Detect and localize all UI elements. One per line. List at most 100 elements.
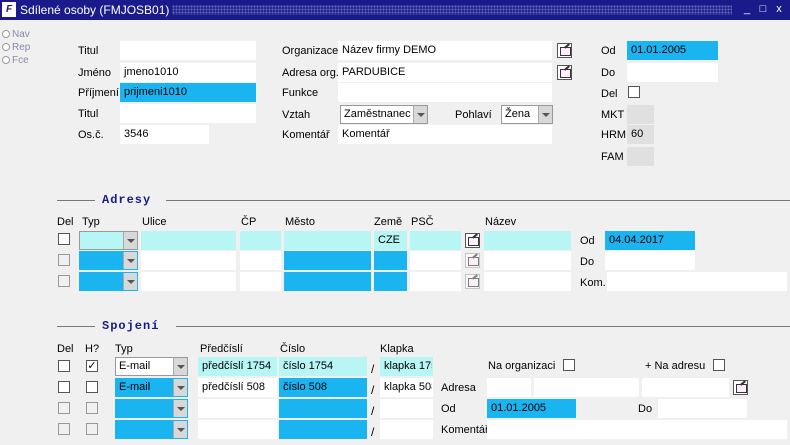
titul-field[interactable]	[120, 41, 256, 60]
edit-organizace-icon[interactable]	[557, 43, 572, 58]
adresy-row-psc-field[interactable]	[410, 272, 461, 291]
edit-adresa-icon[interactable]	[465, 253, 480, 268]
adresy-row-ulice-field[interactable]	[141, 231, 236, 250]
spojeni-row-h-checkbox[interactable]	[86, 423, 98, 435]
spojeni-row-predcisli-field[interactable]	[198, 399, 277, 418]
adresa-org-label: Adresa org.	[282, 67, 339, 79]
adresy-row-zeme-field[interactable]	[374, 272, 407, 291]
chevron-down-icon[interactable]	[173, 358, 187, 375]
spojeni-row-typ-select[interactable]	[115, 420, 188, 439]
adresy-kom-field[interactable]	[607, 272, 787, 291]
radio-nav[interactable]: Nav	[2, 29, 30, 40]
spojeni-row-cislo-field[interactable]	[279, 399, 367, 418]
adresy-do-field[interactable]	[605, 251, 695, 270]
adresy-row-cp-field[interactable]	[240, 231, 281, 250]
adresy-row-nazev-field[interactable]	[484, 231, 571, 250]
adresy-row-mesto-field[interactable]	[284, 231, 371, 250]
chevron-down-icon[interactable]	[123, 232, 137, 249]
spojeni-row-predcisli-field[interactable]: předčíslí 508	[198, 378, 277, 397]
osc-field[interactable]: 3546	[120, 125, 209, 144]
spojeni-row-predcisli-field[interactable]: předčíslí 1754	[198, 357, 277, 376]
organizace-field[interactable]: Název firmy DEMO	[338, 41, 552, 60]
adresy-row-del-checkbox[interactable]	[58, 275, 70, 287]
spojeni-row-klapka-field[interactable]	[380, 420, 433, 439]
od-field[interactable]: 01.01.2005	[627, 41, 718, 60]
chevron-down-icon[interactable]	[413, 106, 427, 123]
adresy-row-typ-select[interactable]	[79, 272, 138, 291]
adresy-row-cp-field[interactable]	[240, 272, 281, 291]
spojeni-row-klapka-field[interactable]: klapka 508	[380, 378, 433, 397]
vztah-select[interactable]: Zaměstnanec	[340, 105, 428, 124]
spojeni-row-del-checkbox[interactable]	[58, 360, 70, 372]
pohlavi-select[interactable]: Žena	[501, 105, 553, 124]
adresy-row-psc-field[interactable]	[410, 251, 461, 270]
na-adresu-checkbox[interactable]	[713, 359, 725, 371]
fam-label: FAM	[601, 151, 624, 163]
adresy-row-cp-field[interactable]	[240, 251, 281, 270]
adresy-row-zeme-field[interactable]: CZE	[374, 231, 407, 250]
chevron-down-icon[interactable]	[538, 106, 552, 123]
spojeni-row-h-checkbox[interactable]	[86, 402, 98, 414]
spojeni-row-typ-select[interactable]: E-mail	[115, 357, 188, 376]
adresy-row-mesto-field[interactable]	[284, 251, 371, 270]
adresy-row-typ-select[interactable]	[79, 251, 138, 270]
spojeni-adresa-field-3[interactable]	[642, 378, 729, 397]
adresy-row-ulice-field[interactable]	[141, 272, 236, 291]
radio-rep[interactable]: Rep	[2, 42, 30, 53]
spojeni-row-typ-select[interactable]	[115, 399, 188, 418]
hrm-label: HRM	[601, 129, 627, 141]
chevron-down-icon[interactable]	[173, 379, 187, 396]
mkt-field[interactable]	[627, 105, 654, 124]
edit-spojeni-adresa-icon[interactable]	[733, 380, 748, 395]
spojeni-row-h-checkbox[interactable]: ✓	[86, 360, 98, 372]
spojeni-row-klapka-field[interactable]: klapka 175	[380, 357, 433, 376]
edit-adresa-icon[interactable]	[465, 233, 480, 248]
spojeni-row-predcisli-field[interactable]	[198, 420, 277, 439]
maximize-button[interactable]: □	[756, 2, 770, 17]
minimize-button[interactable]: _	[740, 2, 754, 17]
komentar-field[interactable]: Komentář	[338, 125, 552, 144]
close-button[interactable]: x	[772, 2, 786, 17]
del-checkbox[interactable]	[628, 86, 640, 98]
spojeni-row-del-checkbox[interactable]	[58, 381, 70, 393]
spojeni-row-cislo-field[interactable]: číslo 508	[279, 378, 367, 397]
spojeni-row-cislo-field[interactable]	[279, 420, 367, 439]
adresy-row-del-checkbox[interactable]	[58, 233, 70, 245]
spojeni-row-h-checkbox[interactable]	[86, 381, 98, 393]
edit-adresa-icon[interactable]	[465, 274, 480, 289]
spojeni-do-field[interactable]	[658, 399, 747, 418]
spojeni-adresa-field-2[interactable]	[534, 378, 639, 397]
spojeni-od-field[interactable]: 01.01.2005	[487, 399, 576, 418]
adresy-row-zeme-field[interactable]	[374, 251, 407, 270]
adresy-row-ulice-field[interactable]	[141, 251, 236, 270]
edit-adresa-org-icon[interactable]	[557, 65, 572, 80]
adresa-org-field[interactable]: PARDUBICE	[338, 63, 552, 82]
adresy-row-nazev-field[interactable]	[484, 272, 571, 291]
hrm-field[interactable]: 60	[627, 125, 654, 144]
chevron-down-icon[interactable]	[123, 273, 137, 290]
spojeni-row-cislo-field[interactable]: číslo 1754	[279, 357, 367, 376]
spojeni-komentar-field[interactable]	[487, 420, 787, 439]
chevron-down-icon[interactable]	[173, 400, 187, 417]
na-organizaci-checkbox[interactable]	[563, 359, 575, 371]
do-field[interactable]	[627, 63, 718, 82]
adresy-row-mesto-field[interactable]	[284, 272, 371, 291]
adresy-row-del-checkbox[interactable]	[58, 254, 70, 266]
spojeni-row-del-checkbox[interactable]	[58, 423, 70, 435]
prijmeni-field[interactable]: prijmeni1010	[120, 83, 256, 102]
funkce-field[interactable]	[338, 83, 552, 102]
spojeni-row-del-checkbox[interactable]	[58, 402, 70, 414]
spojeni-row-typ-select[interactable]: E-mail	[115, 378, 188, 397]
spojeni-row-klapka-field[interactable]	[380, 399, 433, 418]
titul2-field[interactable]	[120, 104, 256, 123]
adresy-row-psc-field[interactable]	[410, 231, 461, 250]
jmeno-field[interactable]: jmeno1010	[120, 63, 256, 82]
spojeni-adresa-field-1[interactable]	[487, 378, 531, 397]
chevron-down-icon[interactable]	[173, 421, 187, 438]
adresy-row-nazev-field[interactable]	[484, 251, 571, 270]
adresy-row-typ-select[interactable]	[79, 231, 138, 250]
chevron-down-icon[interactable]	[123, 252, 137, 269]
adresy-od-field[interactable]: 04.04.2017	[605, 231, 695, 250]
radio-fce[interactable]: Fce	[2, 55, 29, 66]
fam-field[interactable]	[627, 147, 654, 166]
